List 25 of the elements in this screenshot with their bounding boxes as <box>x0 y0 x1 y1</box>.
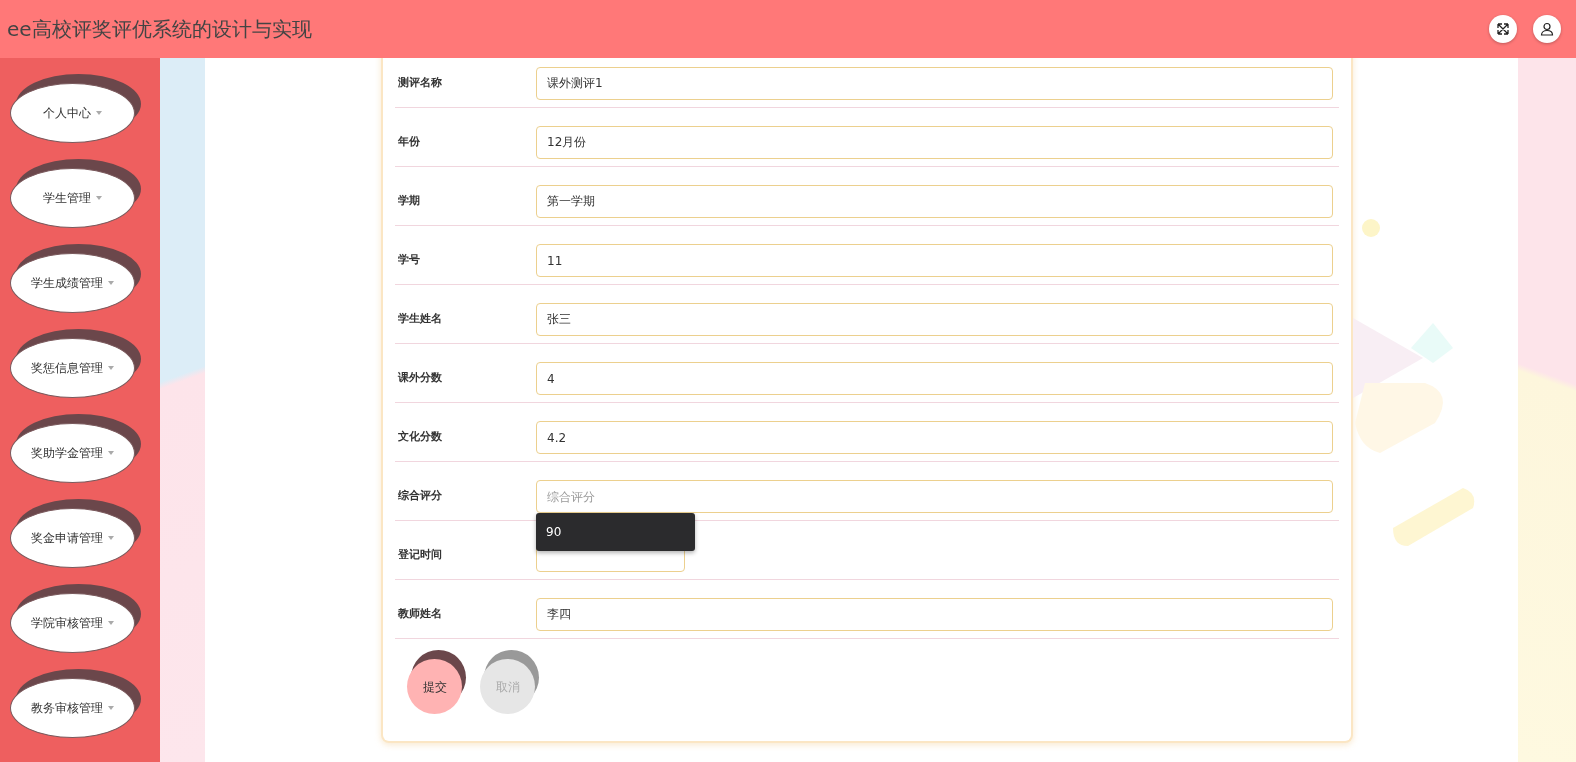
expand-icon <box>1496 22 1510 36</box>
suggestion-item[interactable]: 90 <box>546 523 685 541</box>
input-field[interactable]: 综合评分 <box>536 480 1333 513</box>
input-field[interactable]: 4 <box>536 362 1333 395</box>
input-field[interactable]: 12月份 <box>536 126 1333 159</box>
field-label: 年份 <box>397 133 421 150</box>
field-label: 综合评分 <box>397 487 443 504</box>
input-field[interactable]: 张三 <box>536 303 1333 336</box>
field-label: 测评名称 <box>397 74 443 91</box>
input-field[interactable]: 4.2 <box>536 421 1333 454</box>
input-field[interactable]: 李四 <box>536 598 1333 631</box>
input-field[interactable]: 第一学期 <box>536 185 1333 218</box>
fullscreen-button[interactable] <box>1489 15 1517 43</box>
field-label: 文化分数 <box>397 428 443 445</box>
field-label: 课外分数 <box>397 369 443 386</box>
input-field[interactable]: 11 <box>536 244 1333 277</box>
user-icon <box>1540 22 1554 36</box>
field-label: 学生姓名 <box>397 310 443 327</box>
field-label: 登记时间 <box>397 546 443 563</box>
profile-button[interactable] <box>1533 15 1561 43</box>
input-field[interactable]: 课外测评1 <box>536 67 1333 100</box>
app-title: ee高校评奖评优系统的设计与实现 <box>7 16 312 43</box>
field-label: 学期 <box>397 192 421 209</box>
field-label: 学号 <box>397 251 421 268</box>
field-label: 教师姓名 <box>397 605 443 622</box>
